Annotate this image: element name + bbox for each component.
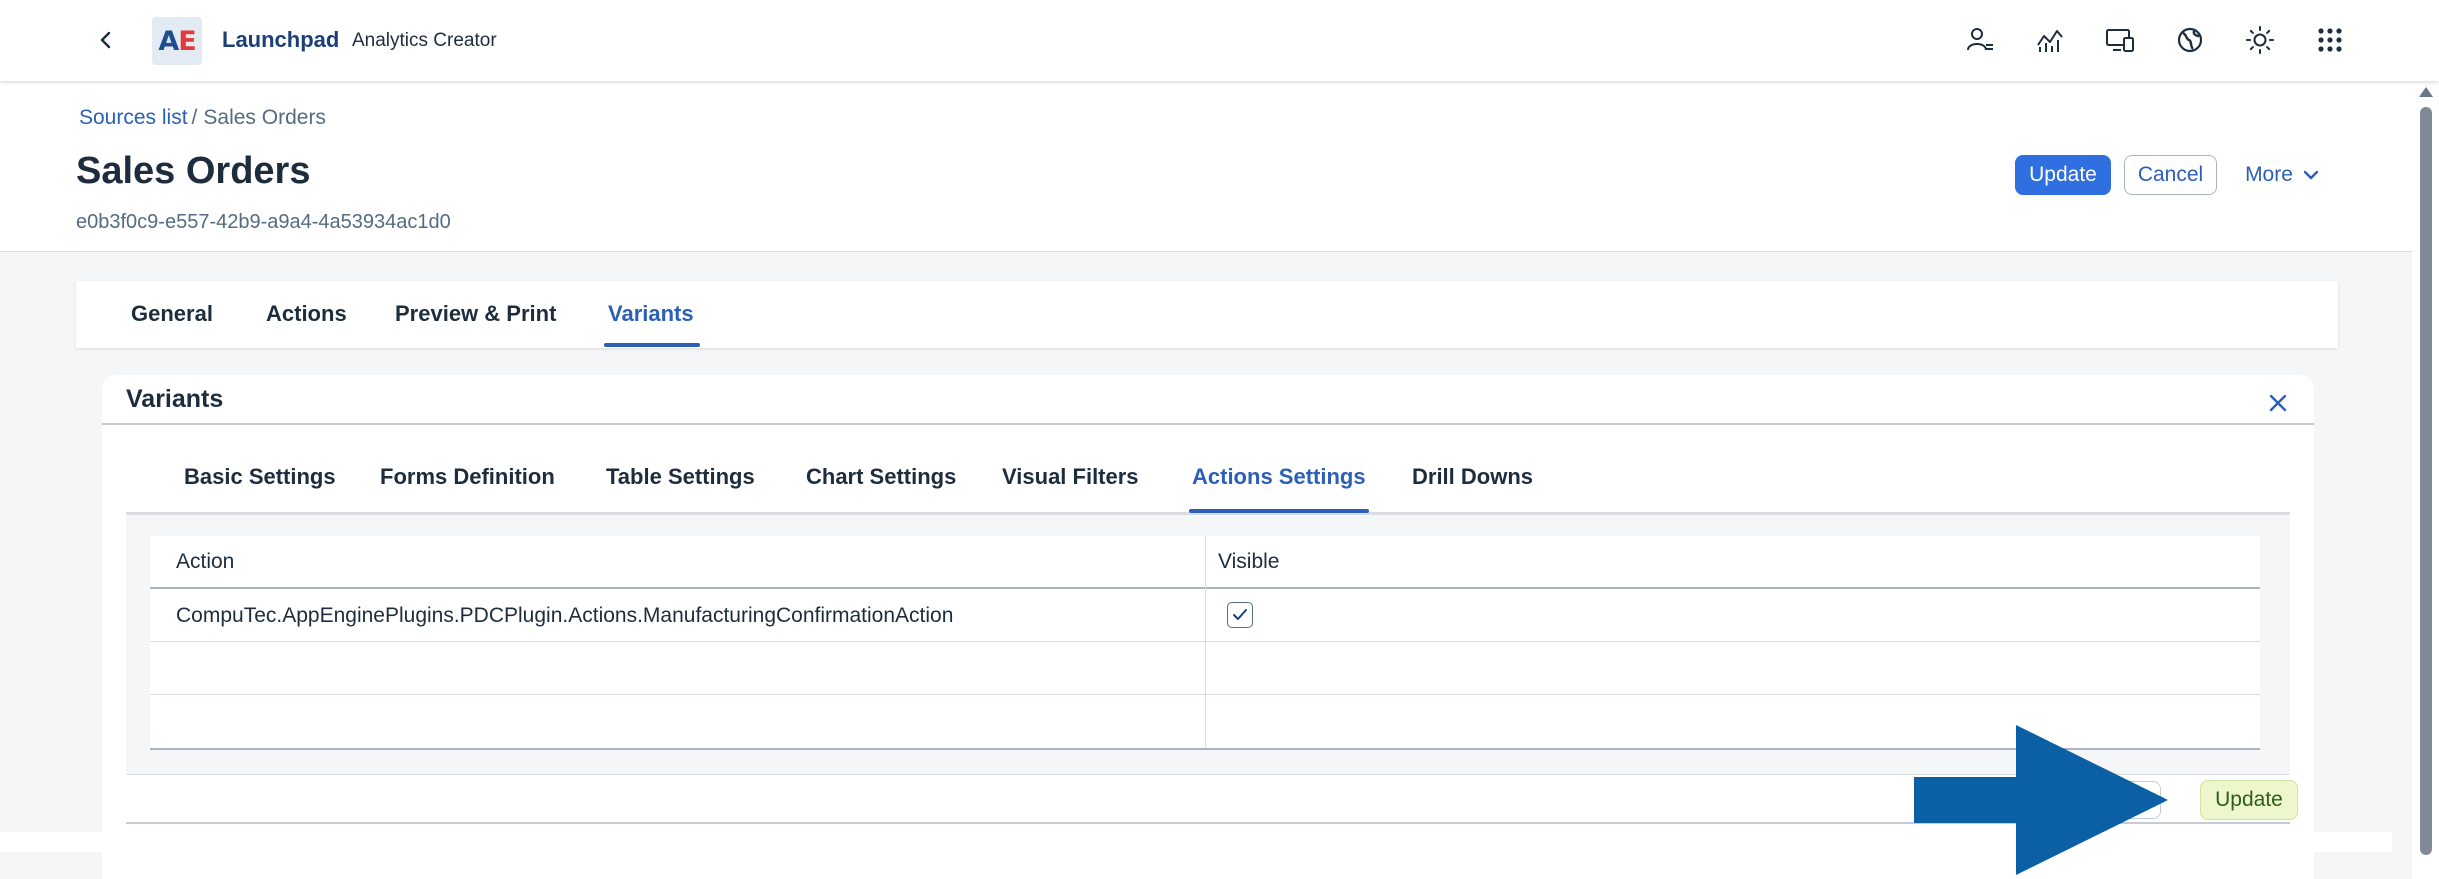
back-icon — [100, 31, 111, 49]
shell-title[interactable]: Launchpad — [222, 27, 339, 53]
globe-icon — [2177, 27, 2203, 53]
breadcrumb-separator: / — [191, 106, 198, 129]
close-button[interactable] — [2260, 385, 2296, 421]
more-button-label: More — [2245, 163, 2293, 186]
analytics-button[interactable] — [2030, 20, 2070, 60]
breadcrumb-link-sources-list[interactable]: Sources list — [79, 106, 188, 129]
theme-button[interactable] — [2240, 20, 2280, 60]
theme-icon — [2246, 26, 2274, 54]
footer-update-button[interactable]: Update — [2200, 780, 2298, 820]
panel-divider — [102, 423, 2314, 425]
language-button[interactable] — [2170, 20, 2210, 60]
devices-icon — [2106, 29, 2134, 52]
visible-checkbox[interactable] — [1227, 602, 1253, 628]
action-cell: CompuTec.AppEnginePlugins.PDCPlugin.Acti… — [176, 604, 954, 627]
app-grid-button[interactable] — [2310, 20, 2350, 60]
user-settings-icon — [1967, 28, 1993, 51]
app-logo[interactable]: AE — [152, 17, 202, 65]
app-grid-icon — [2318, 28, 2342, 52]
tab-actions-settings[interactable]: Actions Settings — [1192, 464, 1366, 490]
section-tab-bar: General Actions Preview & Print Variants — [76, 281, 2338, 348]
active-tab-indicator — [604, 343, 700, 347]
tab-chart-settings[interactable]: Chart Settings — [806, 464, 956, 490]
column-header-action: Action — [176, 550, 235, 573]
back-button[interactable] — [88, 22, 124, 58]
devices-button[interactable] — [2100, 20, 2140, 60]
column-divider — [1205, 536, 1206, 748]
tab-visual-filters[interactable]: Visual Filters — [1002, 464, 1139, 490]
breadcrumb: Sources list / Sales Orders — [79, 106, 326, 130]
tab-variants[interactable]: Variants — [608, 301, 694, 327]
tab-table-settings[interactable]: Table Settings — [606, 464, 755, 490]
analytics-icon — [2037, 30, 2063, 52]
tab-drill-downs[interactable]: Drill Downs — [1412, 464, 1533, 490]
checkmark-icon — [1233, 609, 1247, 620]
page-title: Sales Orders — [76, 150, 311, 192]
object-page-header: Sources list / Sales Orders Sales Orders e… — [0, 81, 2412, 252]
tab-actions[interactable]: Actions — [266, 301, 347, 327]
tab-forms-definition[interactable]: Forms Definition — [380, 464, 555, 490]
shell-bar: AE Launchpad Analytics Creator — [0, 0, 2439, 81]
page-scrollbar[interactable] — [2412, 81, 2439, 879]
shell-subtitle: Analytics Creator — [352, 30, 497, 51]
object-id: e0b3f0c9-e557-42b9-a9a4-4a53934ac1d0 — [76, 211, 451, 233]
tab-basic-settings[interactable]: Basic Settings — [184, 464, 336, 490]
scrollbar-thumb[interactable] — [2420, 107, 2432, 855]
cancel-button[interactable]: Cancel — [2124, 155, 2217, 195]
breadcrumb-current: Sales Orders — [203, 106, 326, 129]
annotation-arrow-icon — [1914, 725, 2168, 875]
tab-preview-print[interactable]: Preview & Print — [395, 301, 556, 327]
update-button[interactable]: Update — [2015, 155, 2111, 195]
close-icon — [2269, 394, 2287, 412]
chevron-down-icon — [2303, 170, 2319, 180]
tab-general[interactable]: General — [131, 301, 213, 327]
scroll-up-arrow-icon[interactable] — [2419, 87, 2433, 97]
more-button[interactable]: More — [2232, 155, 2332, 195]
panel-title: Variants — [126, 385, 224, 413]
user-settings-button[interactable] — [1960, 20, 2000, 60]
actions-table: Action Visible CompuTec.AppEnginePlugins… — [150, 536, 2260, 750]
active-subtab-indicator — [1189, 509, 1369, 513]
column-header-visible: Visible — [1218, 550, 1280, 573]
variant-settings-tab-bar: Basic Settings Forms Definition Table Se… — [126, 427, 2290, 515]
